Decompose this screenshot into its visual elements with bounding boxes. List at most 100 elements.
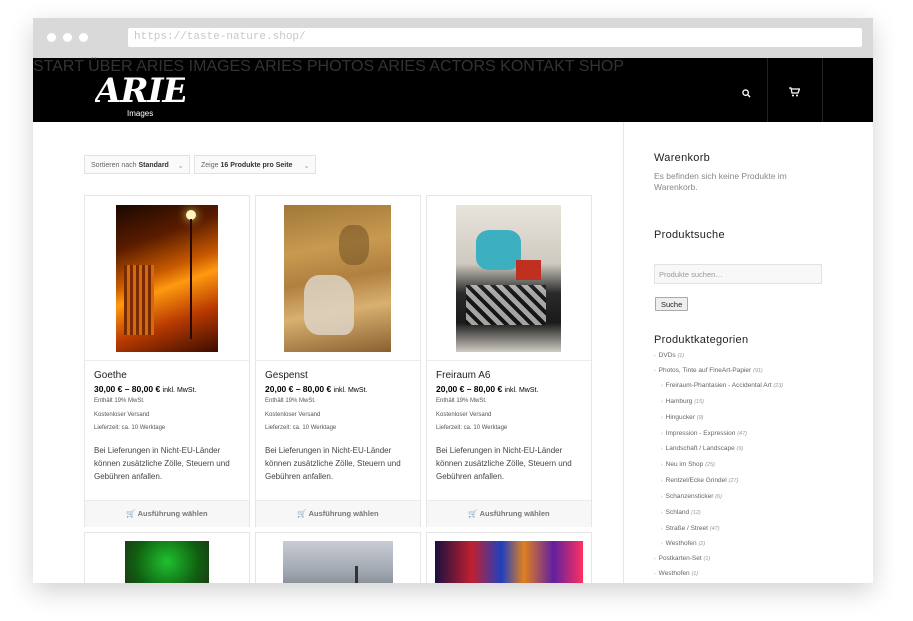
category-item[interactable]: › Landschaft / Landscape (9) (661, 445, 743, 452)
category-item[interactable]: › Photos, Tinte auf FineArt-Papier (91) (654, 367, 763, 374)
product-description: Bei Lieferungen in Nicht-EU-Länder könne… (265, 446, 401, 481)
chevron-right-icon: › (654, 571, 656, 577)
chevron-right-icon: › (661, 526, 663, 532)
product-price: 30,00 € – 80,00 € inkl. MwSt. (94, 384, 196, 394)
product-image[interactable] (456, 205, 561, 352)
nav-actors[interactable]: ARIES ACTORS (378, 58, 496, 75)
product-image[interactable] (284, 205, 391, 352)
shipping-note: Kostenloser Versand (436, 412, 492, 418)
sidebar-divider (623, 122, 624, 583)
sort-select[interactable]: Sortieren nach Standard ⌄ (84, 155, 190, 174)
tax-suffix: inkl. MwSt. (504, 387, 539, 394)
tax-suffix: inkl. MwSt. (162, 387, 197, 394)
search-button[interactable]: Suche (655, 297, 689, 311)
product-title[interactable]: Gespenst (265, 370, 308, 381)
chevron-right-icon: › (661, 478, 663, 484)
nav-divider (767, 58, 768, 122)
nav-start[interactable]: START (33, 58, 84, 75)
categories-widget-title: Produktkategorien (654, 334, 749, 346)
category-item[interactable]: › Hingucker (9) (661, 414, 703, 421)
product-image-frame[interactable] (427, 196, 591, 361)
product-card[interactable] (255, 532, 421, 583)
category-item[interactable]: › Freiraum-Phantasien - Accidental Art (2… (661, 382, 783, 389)
category-item[interactable]: › Rentzel/Ecke Grindel (27) (661, 477, 738, 484)
chevron-down-icon: ⌄ (303, 161, 310, 170)
select-option-button[interactable]: 🛒 Ausführung wählen (85, 500, 249, 527)
select-option-button[interactable]: 🛒 Ausführung wählen (427, 500, 591, 527)
chevron-right-icon: › (661, 494, 663, 500)
perpage-select[interactable]: Zeige 16 Produkte pro Seite ⌄ (194, 155, 316, 174)
cart-icon: 🛒 (126, 509, 136, 518)
product-card[interactable]: Goethe 30,00 € – 80,00 € inkl. MwSt. Ent… (84, 195, 250, 527)
nav-kontakt[interactable]: KONTAKT (500, 58, 574, 75)
site-logo[interactable]: ARIES Images (92, 64, 212, 118)
search-icon[interactable] (742, 85, 751, 103)
category-item[interactable]: › Straße / Street (47) (661, 525, 720, 532)
vat-note: Enthält 19% MwSt. (94, 398, 145, 404)
window-dot (63, 33, 72, 42)
shipping-note: Kostenloser Versand (265, 412, 321, 418)
product-card[interactable] (426, 532, 592, 583)
category-item[interactable]: › Impression - Expression (47) (661, 430, 747, 437)
product-title[interactable]: Goethe (94, 370, 127, 381)
select-option-button[interactable]: 🛒 Ausführung wählen (256, 500, 420, 527)
vat-note: Enthält 19% MwSt. (436, 398, 487, 404)
nav-photos[interactable]: ARIES PHOTOS (254, 58, 374, 75)
cart-icon[interactable] (789, 84, 801, 102)
category-item[interactable]: › Westhofen (2) (661, 540, 705, 547)
browser-chrome: https://taste-nature.shop/ (33, 18, 873, 58)
product-price: 20,00 € – 80,00 € inkl. MwSt. (265, 384, 367, 394)
window-dot (79, 33, 88, 42)
category-item[interactable]: › Neu im Shop (25) (661, 461, 715, 468)
cart-empty-text: Es befinden sich keine Produkte im Waren… (654, 171, 787, 192)
category-item[interactable]: › Westhofen (1) (654, 570, 698, 577)
category-item[interactable]: › Schanzensticker (6) (661, 493, 722, 500)
chevron-down-icon: ⌄ (177, 161, 184, 170)
nav-divider (822, 58, 823, 122)
product-card[interactable] (84, 532, 250, 583)
select-option-label: Ausführung wählen (137, 509, 208, 518)
cart-widget-title: Warenkorb (654, 152, 711, 164)
product-image[interactable] (116, 205, 218, 352)
product-title[interactable]: Freiraum A6 (436, 370, 490, 381)
chevron-right-icon: › (661, 399, 663, 405)
product-search-input[interactable]: Produkte suchen… (654, 264, 822, 284)
product-card[interactable]: Freiraum A6 20,00 € – 80,00 € inkl. MwSt… (426, 195, 592, 527)
svg-text:ARIES: ARIES (95, 71, 185, 111)
vat-note: Enthält 19% MwSt. (265, 398, 316, 404)
product-card[interactable]: Gespenst 20,00 € – 80,00 € inkl. MwSt. E… (255, 195, 421, 527)
chevron-right-icon: › (661, 383, 663, 389)
shipping-note: Kostenloser Versand (94, 412, 150, 418)
product-image[interactable] (125, 541, 209, 583)
tax-suffix: inkl. MwSt. (333, 387, 368, 394)
product-image[interactable] (283, 541, 393, 583)
perpage-value: 16 Produkte pro Seite (220, 162, 293, 169)
main-content: Sortieren nach Standard ⌄ Zeige 16 Produ… (33, 122, 873, 583)
chevron-right-icon: › (661, 510, 663, 516)
sort-prefix: Sortieren nach (91, 162, 137, 169)
delivery-note: Lieferzeit: ca. 10 Werktage (436, 425, 508, 431)
chevron-right-icon: › (654, 368, 656, 374)
select-option-label: Ausführung wählen (308, 509, 379, 518)
svg-text:Images: Images (127, 109, 153, 118)
perpage-prefix: Zeige (201, 162, 219, 169)
category-item[interactable]: › Hamburg (15) (661, 398, 704, 405)
price-range: 30,00 € – 80,00 € (94, 384, 161, 394)
chevron-right-icon: › (661, 462, 663, 468)
product-image[interactable] (435, 541, 583, 583)
cart-icon: 🛒 (468, 509, 478, 518)
product-image-frame[interactable] (256, 196, 420, 361)
chevron-right-icon: › (661, 446, 663, 452)
select-option-label: Ausführung wählen (479, 509, 550, 518)
category-item[interactable]: › Schland (12) (661, 509, 701, 516)
address-bar[interactable]: https://taste-nature.shop/ (128, 28, 862, 47)
cart-icon: 🛒 (297, 509, 307, 518)
product-image-frame[interactable] (85, 196, 249, 361)
category-item[interactable]: › DVDs (1) (654, 352, 684, 359)
delivery-note: Lieferzeit: ca. 10 Werktage (94, 425, 166, 431)
category-item[interactable]: › Postkarten-Set (1) (654, 555, 710, 562)
chevron-right-icon: › (661, 541, 663, 547)
nav-shop[interactable]: SHOP (579, 58, 624, 75)
browser-window: https://taste-nature.shop/ ARIES Images … (33, 18, 873, 583)
price-range: 20,00 € – 80,00 € (265, 384, 332, 394)
